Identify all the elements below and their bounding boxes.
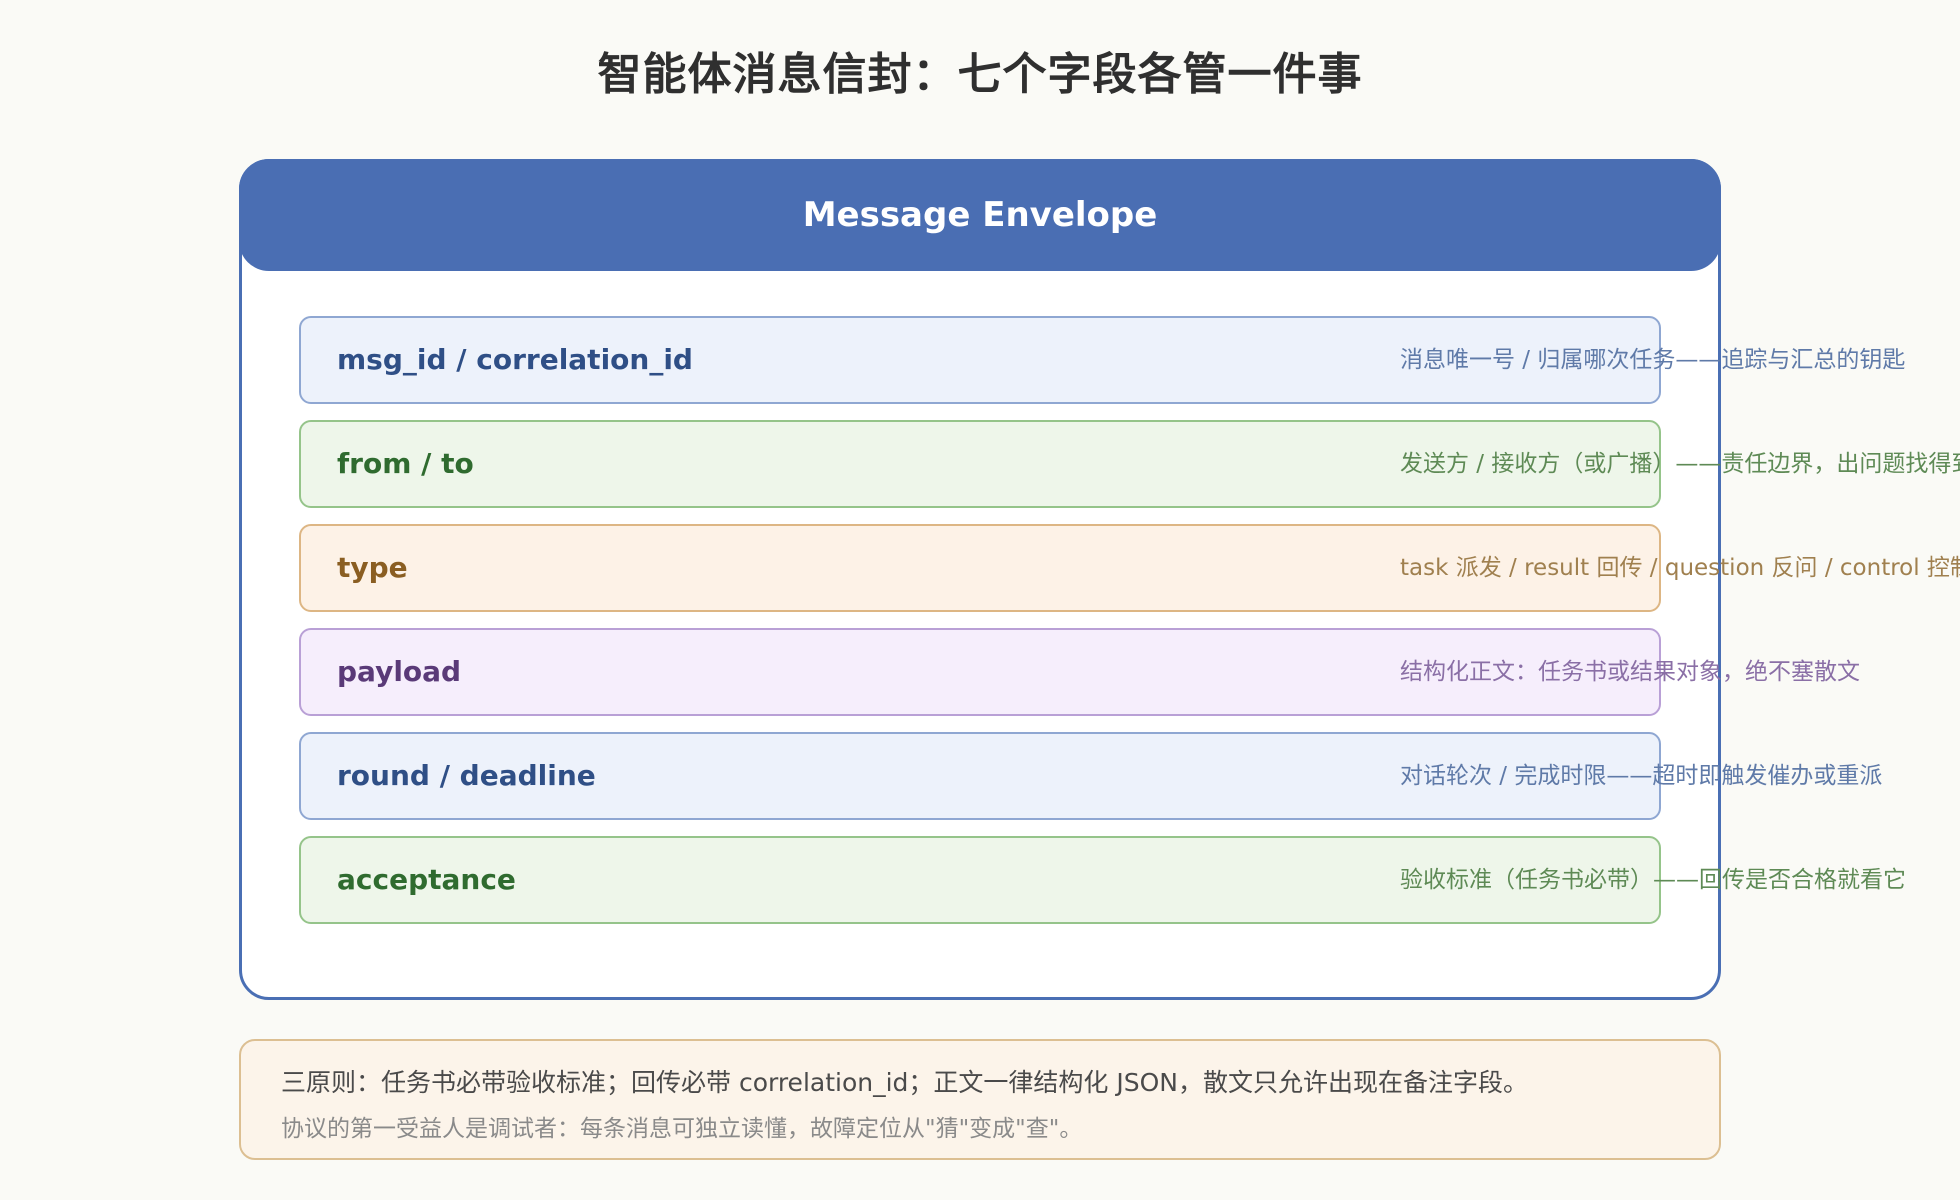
field-description: task 派发 / result 回传 / question 反问 / cont… — [1400, 555, 1960, 581]
field-name: payload — [337, 655, 462, 688]
field-name: type — [337, 551, 408, 584]
envelope-header: Message Envelope — [239, 159, 1721, 271]
principles-note: 三原则：任务书必带验收标准；回传必带 correlation_id；正文一律结构… — [239, 1039, 1721, 1160]
field-name: msg_id / correlation_id — [337, 343, 693, 376]
field-name: from / to — [337, 447, 474, 480]
principles-main-text: 三原则：任务书必带验收标准；回传必带 correlation_id；正文一律结构… — [281, 1068, 1528, 1097]
page-title: 智能体消息信封：七个字段各管一件事 — [597, 49, 1363, 100]
field-description: 发送方 / 接收方（或广播）——责任边界，出问题找得到人 — [1400, 451, 1960, 477]
field-name: round / deadline — [337, 759, 596, 792]
principles-sub-text: 协议的第一受益人是调试者：每条消息可独立读懂，故障定位从"猜"变成"查"。 — [281, 1116, 1083, 1142]
field-description: 对话轮次 / 完成时限——超时即触发催办或重派 — [1400, 763, 1883, 789]
field-description: 结构化正文：任务书或结果对象，绝不塞散文 — [1400, 659, 1860, 685]
field-description: 消息唯一号 / 归属哪次任务——追踪与汇总的钥匙 — [1400, 347, 1906, 373]
envelope-header-label: Message Envelope — [802, 195, 1158, 235]
field-description: 验收标准（任务书必带）——回传是否合格就看它 — [1400, 867, 1906, 893]
field-name: acceptance — [337, 863, 516, 896]
